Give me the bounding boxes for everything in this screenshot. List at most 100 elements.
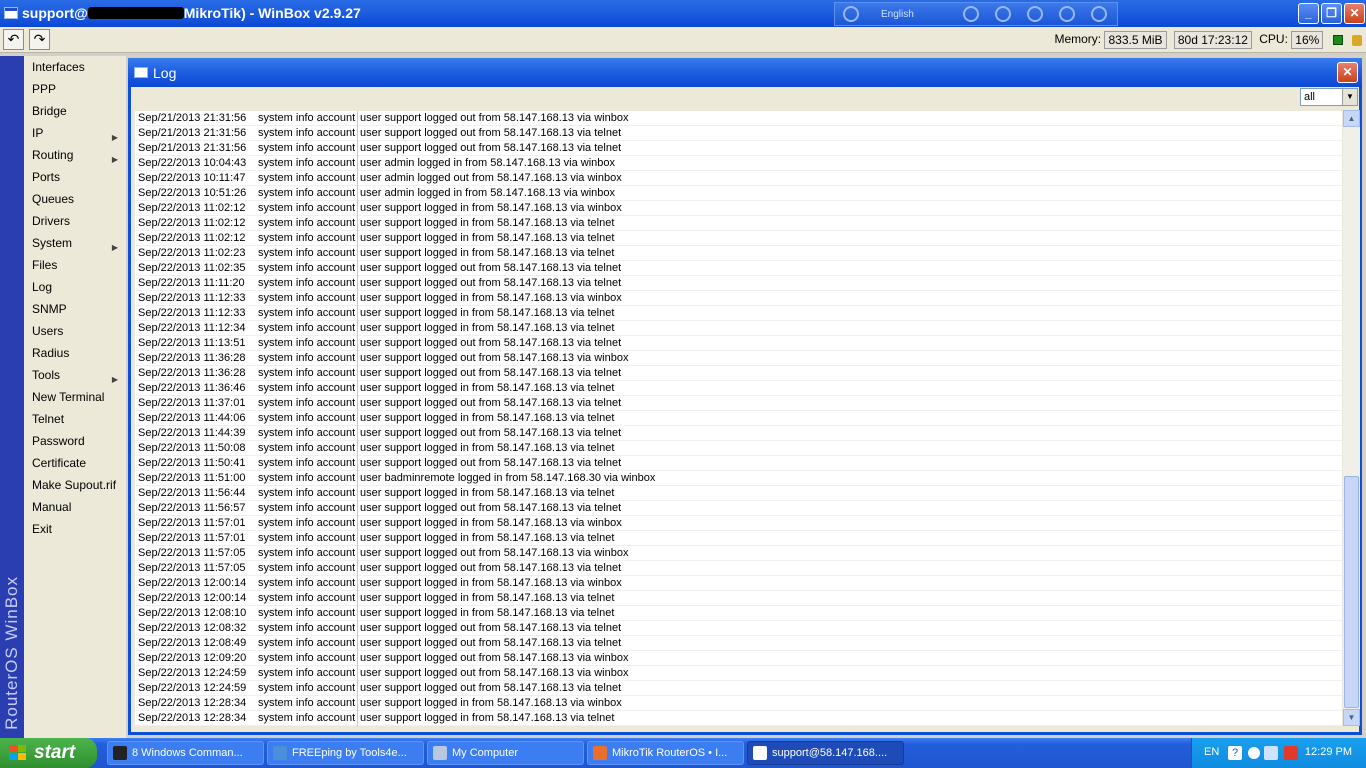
tray-language[interactable]: EN bbox=[1204, 746, 1219, 758]
log-row[interactable]: Sep/22/2013 11:57:01 system info account u… bbox=[135, 531, 1342, 546]
sidebar-item-drivers[interactable]: Drivers bbox=[24, 211, 126, 232]
log-row[interactable]: Sep/22/2013 11:11:20 system info account u… bbox=[135, 276, 1342, 291]
log-row[interactable]: Sep/22/2013 11:36:28 system info account u… bbox=[135, 366, 1342, 381]
log-row[interactable]: Sep/22/2013 12:09:20 system info account u… bbox=[135, 651, 1342, 666]
log-row[interactable]: Sep/22/2013 12:08:10 system info account u… bbox=[135, 606, 1342, 621]
log-row[interactable]: Sep/21/2013 21:31:56 system info account u… bbox=[135, 111, 1342, 126]
sidebar-item-manual[interactable]: Manual bbox=[24, 497, 126, 518]
log-row[interactable]: Sep/22/2013 11:12:34 system info account u… bbox=[135, 321, 1342, 336]
scroll-thumb[interactable] bbox=[1344, 476, 1359, 708]
scroll-up-icon[interactable]: ▲ bbox=[1343, 110, 1360, 127]
log-row[interactable]: Sep/22/2013 11:51:00 system info account u… bbox=[135, 471, 1342, 486]
log-row[interactable]: Sep/21/2013 21:31:56 system info account u… bbox=[135, 141, 1342, 156]
log-row[interactable]: Sep/21/2013 21:31:56 system info account u… bbox=[135, 126, 1342, 141]
log-row[interactable]: Sep/22/2013 11:50:08 system info account u… bbox=[135, 441, 1342, 456]
sidebar-item-ip[interactable]: IP ▶ bbox=[24, 123, 126, 144]
log-row[interactable]: Sep/22/2013 12:28:34 system info account u… bbox=[135, 696, 1342, 711]
close-button[interactable]: ✕ bbox=[1344, 3, 1365, 24]
log-row[interactable]: Sep/22/2013 11:50:41 system info account u… bbox=[135, 456, 1342, 471]
sidebar-item-tools[interactable]: Tools ▶ bbox=[24, 365, 126, 386]
redo-button[interactable]: ↷ bbox=[29, 29, 50, 50]
log-row[interactable]: Sep/22/2013 11:13:51 system info account u… bbox=[135, 336, 1342, 351]
sidebar-item-ports[interactable]: Ports bbox=[24, 167, 126, 188]
sidebar-item-files[interactable]: Files bbox=[24, 255, 126, 276]
log-row[interactable]: Sep/22/2013 10:51:26 system info account u… bbox=[135, 186, 1342, 201]
log-row[interactable]: Sep/22/2013 11:02:12 system info account u… bbox=[135, 216, 1342, 231]
minimize-button[interactable]: _ bbox=[1298, 3, 1319, 24]
tray-app-icon[interactable] bbox=[1284, 746, 1298, 760]
sidebar-item-certificate[interactable]: Certificate bbox=[24, 453, 126, 474]
sidebar-item-snmp[interactable]: SNMP bbox=[24, 299, 126, 320]
log-row[interactable]: Sep/22/2013 12:08:32 system info account u… bbox=[135, 621, 1342, 636]
log-row[interactable]: Sep/22/2013 11:57:05 system info account u… bbox=[135, 546, 1342, 561]
chevron-down-icon[interactable]: ▼ bbox=[1342, 89, 1357, 105]
log-row[interactable]: Sep/22/2013 11:44:06 system info account u… bbox=[135, 411, 1342, 426]
sidebar-item-queues[interactable]: Queues bbox=[24, 189, 126, 210]
sidebar-item-system[interactable]: System ▶ bbox=[24, 233, 126, 254]
taskbar-button[interactable]: 8 Windows Comman... bbox=[107, 741, 264, 765]
log-row[interactable]: Sep/22/2013 11:56:57 system info account u… bbox=[135, 501, 1342, 516]
taskbar-button[interactable]: FREEping by Tools4e... bbox=[267, 741, 424, 765]
sidebar-item-log[interactable]: Log bbox=[24, 277, 126, 298]
log-row[interactable]: Sep/22/2013 10:04:43 system info account u… bbox=[135, 156, 1342, 171]
log-filter-select[interactable]: all ▼ bbox=[1300, 88, 1358, 106]
info-icon[interactable] bbox=[1091, 6, 1107, 22]
log-row[interactable]: Sep/22/2013 11:56:44 system info account u… bbox=[135, 486, 1342, 501]
help-icon[interactable] bbox=[1059, 6, 1075, 22]
network-icon[interactable] bbox=[1264, 746, 1278, 760]
log-row[interactable]: Sep/22/2013 12:24:59 system info account u… bbox=[135, 681, 1342, 696]
log-time: Sep/22/2013 10:11:47 bbox=[138, 172, 246, 184]
taskbar-button[interactable]: MikroTik RouterOS • I... bbox=[587, 741, 744, 765]
sidebar-item-bridge[interactable]: Bridge bbox=[24, 101, 126, 122]
undo-button[interactable]: ↶ bbox=[3, 29, 24, 50]
maximize-button[interactable]: ❐ bbox=[1321, 3, 1342, 24]
language-bar-icon[interactable] bbox=[843, 6, 859, 22]
log-close-button[interactable]: ✕ bbox=[1337, 62, 1358, 83]
sidebar-item-telnet[interactable]: Telnet bbox=[24, 409, 126, 430]
log-row[interactable]: Sep/22/2013 11:57:01 system info account u… bbox=[135, 516, 1342, 531]
log-row[interactable]: Sep/22/2013 10:11:47 system info account u… bbox=[135, 171, 1342, 186]
log-row[interactable]: Sep/22/2013 11:36:28 system info account u… bbox=[135, 351, 1342, 366]
sidebar-item-new-terminal[interactable]: New Terminal bbox=[24, 387, 126, 408]
log-row[interactable]: Sep/22/2013 11:57:05 system info account u… bbox=[135, 561, 1342, 576]
sidebar-item-routing[interactable]: Routing ▶ bbox=[24, 145, 126, 166]
log-row[interactable]: Sep/22/2013 12:08:49 system info account u… bbox=[135, 636, 1342, 651]
scroll-down-icon[interactable]: ▼ bbox=[1343, 709, 1360, 726]
log-topics: system info account bbox=[258, 217, 356, 229]
sidebar-item-users[interactable]: Users bbox=[24, 321, 126, 342]
log-row[interactable]: Sep/22/2013 11:36:46 system info account u… bbox=[135, 381, 1342, 396]
sidebar-item-interfaces[interactable]: Interfaces bbox=[24, 57, 126, 78]
sidebar-item-exit[interactable]: Exit bbox=[24, 519, 126, 540]
log-row[interactable]: Sep/22/2013 12:28:34 system info account u… bbox=[135, 711, 1342, 726]
language-label[interactable]: English bbox=[881, 9, 914, 20]
log-row[interactable]: Sep/22/2013 11:02:12 system info account u… bbox=[135, 231, 1342, 246]
help-icon[interactable]: ? bbox=[1228, 746, 1242, 760]
log-row[interactable]: Sep/22/2013 11:02:23 system info account u… bbox=[135, 246, 1342, 261]
log-row[interactable]: Sep/22/2013 11:02:35 system info account u… bbox=[135, 261, 1342, 276]
log-row[interactable]: Sep/22/2013 11:44:39 system info account u… bbox=[135, 426, 1342, 441]
window-title: support@ MikroTik) - WinBox v2.9.27 bbox=[22, 5, 361, 21]
log-row[interactable]: Sep/22/2013 11:12:33 system info account u… bbox=[135, 291, 1342, 306]
log-topics: system info account bbox=[258, 157, 356, 169]
sidebar-item-ppp[interactable]: PPP bbox=[24, 79, 126, 100]
log-list[interactable]: Sep/21/2013 21:31:56 system info account u… bbox=[135, 110, 1342, 726]
task-label: My Computer bbox=[452, 747, 519, 759]
sidebar-item-radius[interactable]: Radius bbox=[24, 343, 126, 364]
log-row[interactable]: Sep/22/2013 12:00:14 system info account u… bbox=[135, 576, 1342, 591]
log-row[interactable]: Sep/22/2013 11:12:33 system info account u… bbox=[135, 306, 1342, 321]
log-row[interactable]: Sep/22/2013 12:24:59 system info account u… bbox=[135, 666, 1342, 681]
taskbar-button[interactable]: support@58.147.168.... bbox=[747, 741, 904, 765]
log-row[interactable]: Sep/22/2013 11:37:01 system info account u… bbox=[135, 396, 1342, 411]
tray-clock[interactable]: 12:29 PM bbox=[1305, 746, 1352, 758]
log-row[interactable]: Sep/22/2013 12:00:14 system info account u… bbox=[135, 591, 1342, 606]
keyboard-icon[interactable] bbox=[963, 6, 979, 22]
vertical-scrollbar[interactable]: ▲ ▼ bbox=[1343, 110, 1360, 726]
gear-icon[interactable] bbox=[995, 6, 1011, 22]
start-button[interactable]: start bbox=[0, 738, 97, 768]
ie-icon[interactable] bbox=[1027, 6, 1043, 22]
sidebar-item-make-supout-rif[interactable]: Make Supout.rif bbox=[24, 475, 126, 496]
chevron-left-icon[interactable] bbox=[1248, 747, 1260, 759]
log-row[interactable]: Sep/22/2013 11:02:12 system info account u… bbox=[135, 201, 1342, 216]
taskbar-button[interactable]: My Computer bbox=[427, 741, 584, 765]
sidebar-item-password[interactable]: Password bbox=[24, 431, 126, 452]
